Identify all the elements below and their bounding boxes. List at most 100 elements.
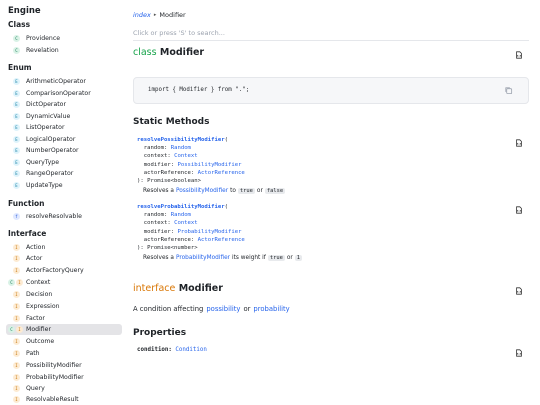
code-chip: true <box>267 255 285 261</box>
interface-keyword: interface <box>133 283 176 294</box>
main-content: index ▸ Modifier Click or press 'S' to s… <box>133 0 529 405</box>
view-source-button[interactable] <box>513 49 525 61</box>
view-source-button[interactable] <box>513 137 525 149</box>
sidebar-item-actorfactoryquery[interactable]: I ActorFactoryQuery <box>6 265 122 276</box>
search-input[interactable]: Click or press 'S' to search... <box>133 29 225 37</box>
sidebar-item-label: ResolvableResult <box>26 396 79 403</box>
import-code-block: import { Modifier } from "."; <box>133 77 529 104</box>
probability-link[interactable]: probability <box>253 305 289 313</box>
sidebar-heading-interface: Interface <box>8 229 47 238</box>
code-chip: true <box>237 188 255 194</box>
sidebar-item-querytype[interactable]: E QueryType <box>6 157 122 168</box>
method-name[interactable]: resolvePossibilityModifier <box>137 137 225 143</box>
sidebar-item-actor[interactable]: I Actor <box>6 253 122 264</box>
sidebar-item-outcome[interactable]: I Outcome <box>6 336 122 347</box>
sidebar-item-resolvableresult[interactable]: I ResolvableResult <box>6 394 122 405</box>
interface-badge-icon: I <box>13 374 20 381</box>
sidebar-item-action[interactable]: I Action <box>6 242 122 253</box>
class-keyword: class <box>133 47 157 58</box>
interface-badge-icon: I <box>13 244 20 251</box>
class-name: Modifier <box>159 47 205 58</box>
sidebar-item-probabilitymodifier[interactable]: I ProbabilityModifier <box>6 372 122 383</box>
sidebar-item-expression[interactable]: I Expression <box>6 301 122 312</box>
sidebar-item-label: NumberOperator <box>26 147 79 154</box>
class-interface-badge: C I <box>8 279 23 286</box>
view-source-button[interactable] <box>513 204 525 216</box>
code-chip: 1 <box>294 255 302 261</box>
import-code: import { Modifier } from "."; <box>148 87 250 93</box>
type-link[interactable]: ActorReference <box>198 237 245 243</box>
function-badge-icon: f <box>13 213 20 220</box>
sidebar-item-dynamicvalue[interactable]: E DynamicValue <box>6 111 122 122</box>
enum-badge-icon: E <box>13 182 20 189</box>
interface-badge-icon: I <box>16 279 23 286</box>
type-link[interactable]: Random <box>171 212 191 218</box>
breadcrumb-arrow-icon: ▸ <box>153 12 157 18</box>
sidebar-item-label: Actor <box>26 255 43 262</box>
method-return: ): Promise<boolean> <box>137 178 201 185</box>
sidebar-item-label: Revelation <box>26 47 59 54</box>
sidebar-item-comparisonoperator[interactable]: E ComparisonOperator <box>6 88 122 99</box>
sidebar-item-path[interactable]: I Path <box>6 348 122 359</box>
sidebar-item-label: Providence <box>26 35 61 42</box>
type-link[interactable]: Context <box>174 220 198 226</box>
type-link[interactable]: Random <box>171 145 191 151</box>
interface-badge-icon: I <box>13 385 20 392</box>
view-source-button[interactable] <box>513 347 525 359</box>
enum-badge-icon: E <box>13 170 20 177</box>
sidebar-item-label: DictOperator <box>26 101 67 108</box>
interface-name: Modifier <box>178 283 223 294</box>
sidebar-item-label: Action <box>26 244 46 251</box>
sidebar-item-decision[interactable]: I Decision <box>6 289 122 300</box>
interface-badge-icon: I <box>13 303 20 310</box>
sidebar-item-label: RangeOperator <box>26 170 74 177</box>
method-signature-probability: resolveProbabilityModifier( random: Rand… <box>137 204 245 252</box>
type-link[interactable]: PossibilityModifier <box>177 162 241 168</box>
sidebar-heading-class: Class <box>8 20 31 29</box>
sidebar-item-context[interactable]: C I Context <box>6 277 122 288</box>
sidebar-item-numberoperator[interactable]: E NumberOperator <box>6 145 122 156</box>
view-source-button[interactable] <box>513 285 525 297</box>
sidebar-item-label: Factor <box>26 315 45 322</box>
type-link[interactable]: ProbabilityModifier <box>177 229 241 235</box>
method-description: Resolves a ProbabilityModifier its weigh… <box>143 255 302 261</box>
possibility-link[interactable]: possibility <box>206 305 240 313</box>
sidebar-item-label: resolveResolvable <box>26 213 82 220</box>
sidebar-item-label: Path <box>26 350 40 357</box>
sidebar-item-listoperator[interactable]: E ListOperator <box>6 122 122 133</box>
interface-description: A condition affecting possibility or pro… <box>133 305 290 313</box>
interface-badge-icon: I <box>13 350 20 357</box>
enum-badge-icon: E <box>13 159 20 166</box>
sidebar-item-updatetype[interactable]: E UpdateType <box>6 180 122 191</box>
sidebar-item-label: ComparisonOperator <box>26 90 91 97</box>
file-code-icon <box>516 206 522 214</box>
sidebar-item-dictoperator[interactable]: E DictOperator <box>6 99 122 110</box>
enum-badge-icon: E <box>13 113 20 120</box>
method-signature-possibility: resolvePossibilityModifier( random: Rand… <box>137 137 245 185</box>
method-name[interactable]: resolveProbabilityModifier <box>137 204 225 210</box>
file-code-icon <box>516 139 522 147</box>
properties-heading: Properties <box>133 328 187 338</box>
file-code-icon <box>516 349 522 357</box>
sidebar-title[interactable]: Engine <box>8 6 41 16</box>
sidebar-item-label: Context <box>26 279 51 286</box>
sidebar-item-factor[interactable]: I Factor <box>6 313 122 324</box>
type-link[interactable]: PossibilityModifier <box>176 188 228 194</box>
type-link[interactable]: ActorReference <box>198 170 245 176</box>
sidebar-item-resolveresolvable[interactable]: f resolveResolvable <box>6 211 122 222</box>
sidebar-item-rangeoperator[interactable]: E RangeOperator <box>6 168 122 179</box>
sidebar-item-revelation[interactable]: C Revelation <box>6 45 122 56</box>
sidebar-item-query[interactable]: I Query <box>6 383 122 394</box>
type-link[interactable]: ProbabilityModifier <box>176 255 230 261</box>
sidebar-item-logicaloperator[interactable]: E LogicalOperator <box>6 134 122 145</box>
type-link[interactable]: Condition <box>175 347 206 353</box>
interface-badge-icon: I <box>13 396 20 403</box>
type-link[interactable]: Context <box>174 153 198 159</box>
copy-icon[interactable] <box>504 86 513 95</box>
enum-badge-icon: E <box>13 147 20 154</box>
sidebar-item-possibilitymodifier[interactable]: I PossibilityModifier <box>6 360 122 371</box>
sidebar-item-modifier[interactable]: C I Modifier <box>6 324 122 335</box>
sidebar-item-arithmeticoperator[interactable]: E ArithmeticOperator <box>6 76 122 87</box>
breadcrumb-link-index[interactable]: index <box>133 11 151 19</box>
sidebar-item-providence[interactable]: C Providence <box>6 33 122 44</box>
